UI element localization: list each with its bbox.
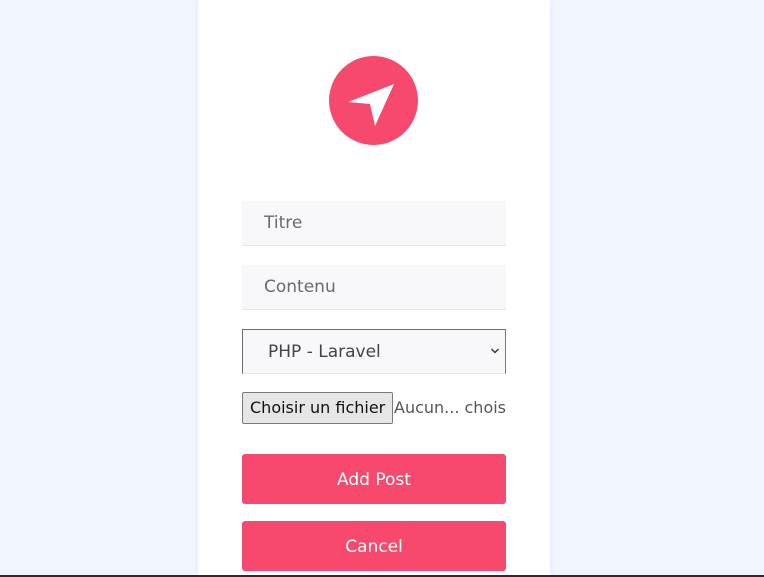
post-form-card: PHP - Laravel Choisir un fichier Aucun..… — [198, 0, 550, 575]
file-status-text: Aucun... choisi — [394, 398, 506, 417]
category-select-value: PHP - Laravel — [268, 342, 381, 362]
file-upload: Choisir un fichier Aucun... choisi — [242, 392, 506, 425]
content-input[interactable] — [242, 265, 506, 310]
category-select[interactable]: PHP - Laravel — [242, 329, 506, 374]
navigation-arrow-icon — [348, 84, 394, 126]
chevron-down-icon — [491, 348, 499, 354]
choose-file-button[interactable]: Choisir un fichier — [242, 392, 394, 424]
logo — [329, 56, 418, 145]
add-post-button[interactable]: Add Post — [242, 454, 506, 504]
cancel-button[interactable]: Cancel — [242, 521, 506, 571]
title-input[interactable] — [242, 201, 506, 246]
